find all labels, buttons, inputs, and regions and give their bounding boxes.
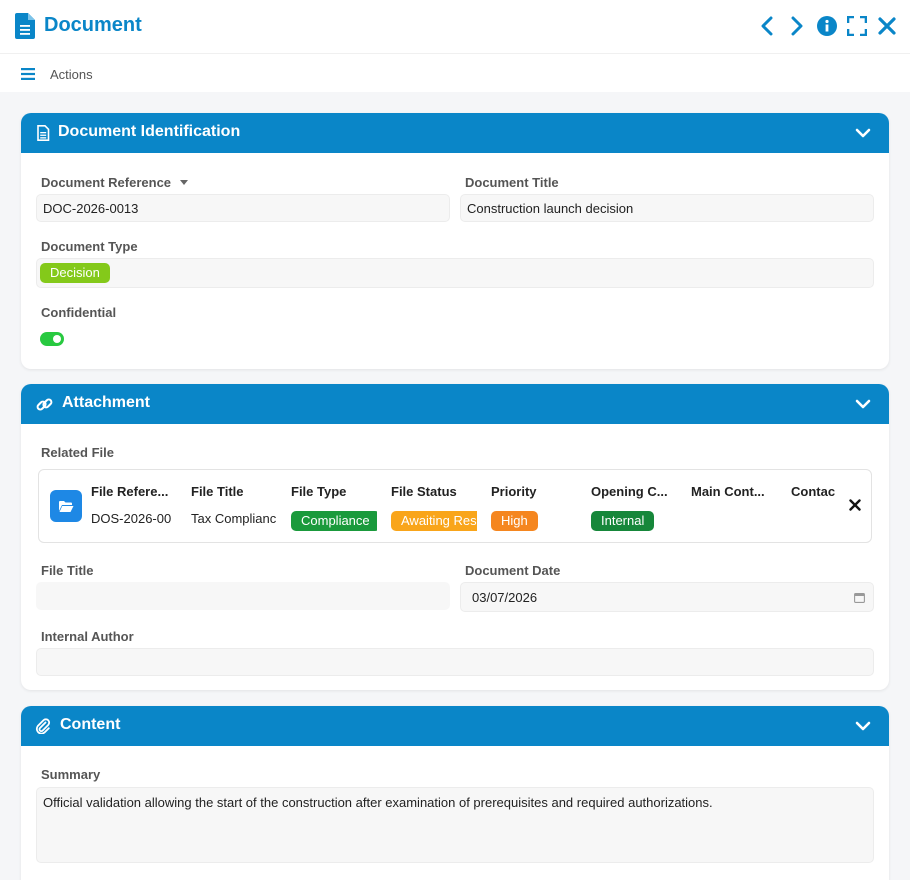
document-type-tag: Decision bbox=[40, 263, 110, 283]
chevron-down-icon[interactable] bbox=[855, 719, 871, 733]
column-header: File Title bbox=[191, 484, 244, 499]
fullscreen-icon bbox=[847, 16, 867, 36]
close-button[interactable] bbox=[876, 14, 898, 38]
opening-channel-tag: Internal bbox=[591, 511, 655, 531]
file-title-field[interactable] bbox=[36, 582, 450, 610]
file-status-column: File Status Awaiting Res bbox=[391, 484, 477, 531]
panel-header[interactable]: Content bbox=[21, 706, 889, 746]
file-status-cell: Awaiting Res bbox=[391, 511, 477, 531]
document-date-label: Document Date bbox=[465, 563, 561, 578]
summary-label: Summary bbox=[41, 767, 101, 782]
summary-textarea[interactable]: Official validation allowing the start o… bbox=[36, 787, 874, 863]
column-header: Opening C... bbox=[591, 484, 668, 499]
priority-column: Priority High bbox=[491, 484, 577, 531]
fullscreen-button[interactable] bbox=[846, 14, 868, 38]
internal-author-field[interactable] bbox=[36, 648, 874, 676]
panel-header[interactable]: Attachment bbox=[21, 384, 889, 424]
column-header: Main Cont... bbox=[691, 484, 765, 499]
column-header: File Type bbox=[291, 484, 347, 499]
priority-tag: High bbox=[491, 511, 538, 531]
panel-content: Content Summary Official validation allo… bbox=[21, 706, 889, 880]
actions-menu[interactable]: Actions bbox=[50, 67, 93, 82]
file-type-cell: Compliance bbox=[291, 511, 377, 531]
next-button[interactable] bbox=[786, 14, 808, 38]
panel-document-identification: Document Identification Document Referen… bbox=[21, 113, 889, 369]
panel-header[interactable]: Document Identification bbox=[21, 113, 889, 153]
main-contact-value bbox=[691, 511, 777, 531]
previous-button[interactable] bbox=[756, 14, 778, 38]
calendar-icon[interactable] bbox=[854, 592, 865, 603]
window-actions bbox=[756, 14, 898, 38]
file-reference-value: DOS-2026-00 bbox=[91, 511, 172, 526]
document-reference-field[interactable]: DOC-2026-0013 bbox=[36, 194, 450, 222]
priority-cell: High bbox=[491, 511, 577, 531]
panel-title: Attachment bbox=[62, 394, 151, 411]
folder-open-icon bbox=[59, 500, 74, 512]
contact-value bbox=[791, 511, 835, 531]
file-title-column: File Title Tax Complianc bbox=[191, 484, 277, 531]
opening-channel-column: Opening C... Internal bbox=[591, 484, 677, 531]
panel-title: Document Identification bbox=[58, 123, 241, 140]
close-icon bbox=[878, 17, 896, 35]
chevron-down-icon[interactable] bbox=[855, 126, 871, 140]
panel-title: Content bbox=[60, 716, 121, 733]
column-header: File Refere... bbox=[91, 484, 169, 499]
info-button[interactable] bbox=[816, 14, 838, 38]
confidential-toggle[interactable] bbox=[40, 332, 64, 346]
related-file-label: Related File bbox=[41, 445, 114, 460]
internal-author-label: Internal Author bbox=[41, 629, 134, 644]
document-icon bbox=[15, 13, 35, 39]
confidential-label: Confidential bbox=[41, 305, 117, 320]
form-content[interactable]: Document Identification Document Referen… bbox=[0, 92, 910, 880]
document-date-field[interactable]: 03/07/2026 bbox=[460, 582, 874, 612]
column-header: Contac bbox=[791, 484, 835, 499]
info-icon bbox=[817, 16, 837, 36]
column-header: Priority bbox=[491, 484, 537, 499]
related-file-card[interactable]: File Refere... DOS-2026-00 File Title Ta… bbox=[38, 469, 872, 543]
column-header: File Status bbox=[391, 484, 457, 499]
document-title-field[interactable]: Construction launch decision bbox=[460, 194, 874, 222]
actions-bar: Actions bbox=[0, 56, 910, 92]
caret-down-icon[interactable] bbox=[179, 179, 189, 187]
link-icon bbox=[36, 398, 53, 411]
chevron-right-icon bbox=[791, 16, 803, 36]
file-status-tag: Awaiting Res bbox=[391, 511, 477, 531]
chevron-left-icon bbox=[761, 16, 773, 36]
title-bar: Document bbox=[0, 0, 910, 54]
opening-channel-cell: Internal bbox=[591, 511, 677, 531]
document-title-label: Document Title bbox=[465, 175, 559, 190]
file-title-label: File Title bbox=[41, 563, 94, 578]
panel-attachment: Attachment Related File File Refere... D… bbox=[21, 384, 889, 690]
document-reference-label: Document Reference bbox=[41, 175, 189, 190]
document-type-label: Document Type bbox=[41, 239, 138, 254]
main-contact-column: Main Cont... bbox=[691, 484, 777, 531]
file-type-column: File Type Compliance bbox=[291, 484, 377, 531]
document-date-value: 03/07/2026 bbox=[472, 590, 538, 605]
document-type-field[interactable]: Decision bbox=[36, 258, 874, 288]
file-title-value: Tax Complianc bbox=[191, 511, 277, 526]
paperclip-icon bbox=[35, 718, 51, 734]
file-reference-column: File Refere... DOS-2026-00 bbox=[91, 484, 177, 531]
document-window: Document Actions Document Identification… bbox=[0, 0, 910, 880]
contact-column: Contac bbox=[791, 484, 835, 531]
window-title: Document bbox=[44, 14, 142, 36]
file-avatar bbox=[50, 490, 82, 522]
hamburger-menu-icon[interactable] bbox=[21, 68, 35, 80]
remove-x-icon[interactable] bbox=[849, 499, 861, 511]
file-type-tag: Compliance bbox=[291, 511, 377, 531]
chevron-down-icon[interactable] bbox=[855, 397, 871, 411]
document-lines-icon bbox=[37, 125, 50, 141]
